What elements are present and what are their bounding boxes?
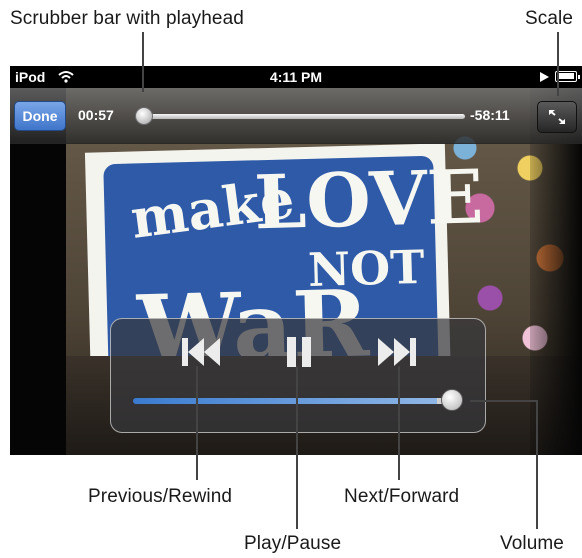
leader-next [398,366,400,480]
callout-volume: Volume [500,533,564,554]
leader-scale [557,32,559,96]
status-time: 4:11 PM [269,69,323,85]
done-button[interactable]: Done [14,101,66,131]
skip-forward-icon[interactable] [377,335,417,369]
callout-play-pause: Play/Pause [244,533,342,554]
leader-scrubber [142,32,144,92]
callout-scrubber-bar: Scrubber bar with playhead [10,8,244,29]
callout-next-forward: Next/Forward [344,486,460,507]
sign-word-love: LOVE [253,154,485,247]
play-indicator-icon [540,72,549,82]
playback-top-bar: Done 00:57 -58:11 [10,88,582,144]
elapsed-time: 00:57 [78,107,114,123]
playback-controls [110,318,486,433]
leader-play-pause [296,366,298,529]
scrubber-bar[interactable] [135,114,465,119]
leader-previous [196,366,198,480]
scale-button[interactable] [537,101,577,133]
leader-volume-horizontal [470,400,538,402]
playhead[interactable] [134,107,153,125]
pause-icon[interactable] [286,335,312,369]
remaining-time: -58:11 [470,107,510,123]
volume-slider[interactable] [133,398,453,404]
expand-arrows-icon [549,110,565,124]
callout-scale: Scale [525,8,574,29]
status-bar: iPod 4:11 PM [10,66,582,88]
volume-knob[interactable] [441,389,463,411]
skip-back-icon[interactable] [181,335,221,369]
leader-volume-vertical [536,400,538,529]
callout-previous-rewind: Previous/Rewind [88,486,233,507]
